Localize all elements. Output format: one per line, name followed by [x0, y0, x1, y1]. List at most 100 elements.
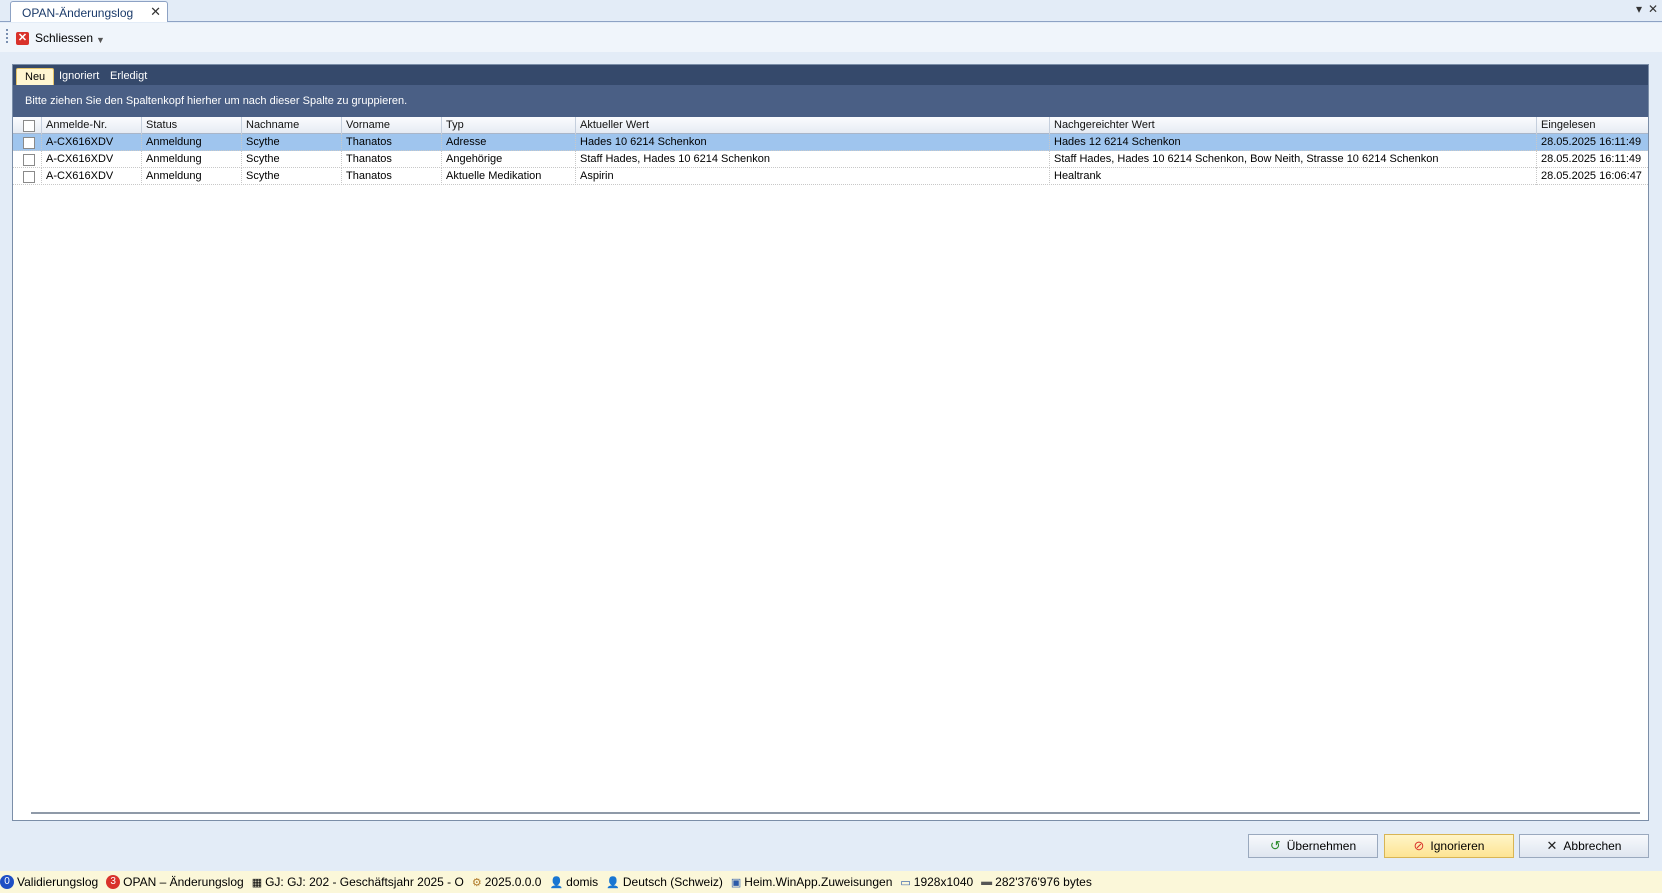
column-header-typ[interactable]: Typ	[441, 117, 575, 134]
group-by-hint: Bitte ziehen Sie den Spaltenkopf hierher…	[25, 95, 408, 107]
status-version: ⚙ 2025.0.0.0	[472, 875, 542, 889]
cell-nachgereichter-wert[interactable]: Staff Hades, Hades 10 6214 Schenkon, Bow…	[1049, 151, 1536, 168]
panel-tab-bar: Neu Ignoriert Erledigt	[13, 65, 1648, 85]
status-validierungslog[interactable]: 0 Validierungslog	[0, 875, 98, 889]
close-button-label: Schliessen	[35, 31, 94, 45]
cell-vorname[interactable]: Thanatos	[341, 168, 441, 185]
status-language: 👤 Deutsch (Schweiz)	[606, 875, 723, 889]
status-memory: ▬ 282'376'976 bytes	[981, 875, 1092, 889]
row-checkbox[interactable]	[23, 154, 35, 166]
monitor-icon: ▭	[900, 876, 911, 889]
ignorieren-button-label: Ignorieren	[1430, 839, 1485, 853]
table-row[interactable]: A-CX616XDV Anmeldung Scythe Thanatos Adr…	[13, 134, 1648, 151]
column-header-nachgereichter-wert[interactable]: Nachgereichter Wert	[1049, 117, 1536, 134]
column-header-nachname[interactable]: Nachname	[241, 117, 341, 134]
cell-vorname[interactable]: Thanatos	[341, 134, 441, 151]
cancel-icon: ✕	[1546, 838, 1558, 853]
cell-nachname[interactable]: Scythe	[241, 168, 341, 185]
cell-nachgereichter-wert[interactable]: Hades 12 6214 Schenkon	[1049, 134, 1536, 151]
user-icon: 👤	[549, 876, 564, 889]
group-by-panel[interactable]: Bitte ziehen Sie den Spaltenkopf hierher…	[13, 85, 1648, 117]
status-module: ▣ Heim.WinApp.Zuweisungen	[731, 875, 892, 889]
change-log-panel: Neu Ignoriert Erledigt Bitte ziehen Sie …	[12, 64, 1649, 821]
version-label: 2025.0.0.0	[484, 875, 542, 889]
column-header-aktueller-wert[interactable]: Aktueller Wert	[575, 117, 1049, 134]
column-header-eingelesen[interactable]: Eingelesen	[1536, 117, 1650, 134]
memory-icon: ▬	[981, 876, 993, 888]
language-label: Deutsch (Schweiz)	[622, 875, 723, 889]
cell-eingelesen[interactable]: 28.05.2025 16:11:49	[1536, 151, 1650, 168]
document-tab-close-icon[interactable]: ✕	[150, 4, 161, 20]
tab-neu[interactable]: Neu	[16, 68, 55, 85]
cell-nachname[interactable]: Scythe	[241, 151, 341, 168]
column-header-vorname[interactable]: Vorname	[341, 117, 441, 134]
cell-eingelesen[interactable]: 28.05.2025 16:11:49	[1536, 134, 1650, 151]
tab-erledigt[interactable]: Erledigt	[102, 68, 155, 85]
language-icon: 👤	[606, 876, 620, 889]
status-opan-aenderungslog[interactable]: 3 OPAN – Änderungslog	[106, 875, 244, 889]
cell-nachname[interactable]: Scythe	[241, 134, 341, 151]
horizontal-scrollbar[interactable]	[31, 812, 1640, 814]
resolution-label: 1928x1040	[913, 875, 974, 889]
column-header-anmelde-nr[interactable]: Anmelde-Nr.	[41, 117, 141, 134]
status-bar: 0 Validierungslog 3 OPAN – Änderungslog …	[0, 871, 1662, 893]
calendar-icon: ▦	[251, 876, 263, 889]
close-icon: ✕	[16, 31, 29, 45]
cell-typ[interactable]: Aktuelle Medikation	[441, 168, 575, 185]
toolbar-grip[interactable]	[6, 29, 8, 43]
close-button[interactable]: ✕ Schliessen	[16, 29, 93, 47]
validierungslog-count-badge: 0	[0, 875, 14, 889]
document-tab[interactable]: OPAN-Änderungslog ✕	[10, 1, 168, 22]
uebernehmen-button-label: Übernehmen	[1286, 839, 1357, 853]
row-select-cell[interactable]	[13, 168, 41, 185]
cell-aktueller-wert[interactable]: Staff Hades, Hades 10 6214 Schenkon	[575, 151, 1049, 168]
cell-vorname[interactable]: Thanatos	[341, 151, 441, 168]
cell-eingelesen[interactable]: 28.05.2025 16:06:47	[1536, 168, 1650, 185]
table-row[interactable]: A-CX616XDV Anmeldung Scythe Thanatos Akt…	[13, 168, 1648, 185]
block-icon: ⊘	[1413, 838, 1425, 853]
abbrechen-button[interactable]: ✕ Abbrechen	[1519, 834, 1649, 858]
status-user: 👤 domis	[549, 875, 598, 889]
opan-label: OPAN – Änderungslog	[123, 875, 244, 889]
cell-anmelde-nr[interactable]: A-CX616XDV	[41, 168, 141, 185]
tab-list-dropdown-icon[interactable]: ▾	[1636, 2, 1642, 16]
cell-status[interactable]: Anmeldung	[141, 151, 241, 168]
cell-aktueller-wert[interactable]: Aspirin	[575, 168, 1049, 185]
column-header-status[interactable]: Status	[141, 117, 241, 134]
geschaeftsjahr-label: GJ: GJ: 202 - Geschäftsjahr 2025 - O	[265, 875, 464, 889]
module-label: Heim.WinApp.Zuweisungen	[744, 875, 893, 889]
cell-typ[interactable]: Angehörige	[441, 151, 575, 168]
header-select-all[interactable]	[13, 117, 41, 134]
tab-ignoriert[interactable]: Ignoriert	[51, 68, 107, 85]
change-log-grid: Anmelde-Nr. Status Nachname Vorname Typ …	[13, 117, 1648, 185]
opan-count-badge: 3	[106, 875, 121, 889]
row-checkbox[interactable]	[23, 137, 35, 149]
window-close-icon[interactable]: ✕	[1648, 2, 1658, 16]
row-checkbox[interactable]	[23, 171, 35, 183]
cell-nachgereichter-wert[interactable]: Healtrank	[1049, 168, 1536, 185]
status-geschaeftsjahr[interactable]: ▦ GJ: GJ: 202 - Geschäftsjahr 2025 - O	[252, 875, 464, 889]
cell-status[interactable]: Anmeldung	[141, 134, 241, 151]
cell-aktueller-wert[interactable]: Hades 10 6214 Schenkon	[575, 134, 1049, 151]
cell-anmelde-nr[interactable]: A-CX616XDV	[41, 134, 141, 151]
memory-label: 282'376'976 bytes	[995, 875, 1092, 889]
cell-typ[interactable]: Adresse	[441, 134, 575, 151]
row-select-cell[interactable]	[13, 134, 41, 151]
cell-status[interactable]: Anmeldung	[141, 168, 241, 185]
user-label: domis	[566, 875, 599, 889]
status-resolution: ▭ 1928x1040	[900, 875, 973, 889]
abbrechen-button-label: Abbrechen	[1563, 839, 1622, 853]
ignorieren-button[interactable]: ⊘ Ignorieren	[1384, 834, 1514, 858]
document-tab-strip: OPAN-Änderungslog ✕ ▾ ✕	[0, 0, 1662, 22]
accept-icon: ↺	[1269, 838, 1281, 853]
uebernehmen-button[interactable]: ↺ Übernehmen	[1248, 834, 1378, 858]
document-tab-title: OPAN-Änderungslog	[22, 6, 134, 20]
table-row[interactable]: A-CX616XDV Anmeldung Scythe Thanatos Ang…	[13, 151, 1648, 168]
version-icon: ⚙	[471, 876, 482, 889]
module-icon: ▣	[730, 876, 742, 889]
row-select-cell[interactable]	[13, 151, 41, 168]
toolbar-overflow-icon[interactable]: ▼	[96, 35, 105, 45]
select-all-checkbox[interactable]	[23, 120, 35, 132]
cell-anmelde-nr[interactable]: A-CX616XDV	[41, 151, 141, 168]
toolbar: ✕ Schliessen ▼	[0, 23, 1662, 52]
